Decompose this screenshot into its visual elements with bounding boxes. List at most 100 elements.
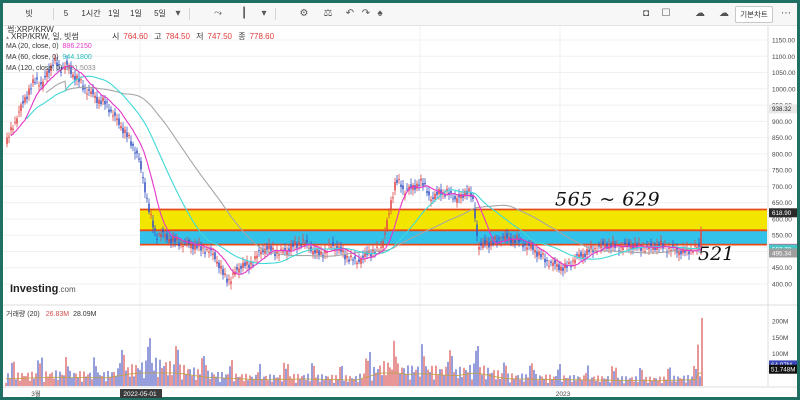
volume-bar xyxy=(213,374,215,386)
candle-body xyxy=(122,127,124,134)
volume-bar xyxy=(411,365,413,386)
candle-body xyxy=(194,244,196,250)
volume-bar xyxy=(123,354,125,386)
volume-bar xyxy=(131,364,133,386)
volume-bar xyxy=(457,378,459,386)
candle-body xyxy=(526,247,528,250)
volume-bar xyxy=(407,365,409,386)
volume-bar xyxy=(89,372,91,386)
volume-bar xyxy=(347,381,349,386)
candle-body xyxy=(356,262,358,265)
candle-body xyxy=(208,251,210,253)
volume-bar xyxy=(479,367,481,386)
volume-bar xyxy=(699,376,701,386)
candle-body xyxy=(254,256,256,259)
chart-title-text: XRP/KRW, 일, 빗썸 xyxy=(11,32,79,41)
volume-bar xyxy=(583,375,585,386)
volume-bar xyxy=(633,381,635,386)
volume-bar xyxy=(133,376,135,386)
volume-bar xyxy=(595,380,597,386)
volume-bar xyxy=(231,360,233,386)
volume-bar xyxy=(53,378,55,386)
volume-bar xyxy=(227,374,229,386)
candle-body xyxy=(498,238,500,240)
volume-bar xyxy=(439,369,441,386)
candle-body xyxy=(156,238,158,240)
candle-body xyxy=(176,238,178,241)
candle-body xyxy=(304,243,306,245)
candle-body xyxy=(66,60,68,65)
candle-body xyxy=(226,278,228,283)
volume-bar xyxy=(557,369,559,386)
volume-bar xyxy=(65,357,67,386)
volume-bar xyxy=(201,358,203,386)
candle-body xyxy=(158,234,160,236)
candle-body xyxy=(354,256,356,259)
candle-body xyxy=(230,281,232,284)
candle-body xyxy=(238,268,240,273)
candle-body xyxy=(106,101,108,103)
volume-bar xyxy=(223,377,225,386)
price-tick-label: 900.00 xyxy=(772,119,792,126)
candle-body xyxy=(352,259,354,261)
candle-body xyxy=(314,249,316,254)
volume-bar xyxy=(471,379,473,386)
date-label: 2022-05-01 xyxy=(123,391,157,398)
volume-bar xyxy=(147,346,149,386)
volume-value: 26.83M xyxy=(45,311,70,318)
candle-body xyxy=(582,253,584,259)
price-tick-label: 1100.00 xyxy=(772,54,795,61)
volume-bar xyxy=(533,369,535,386)
candle-body xyxy=(130,141,132,146)
candle-body xyxy=(128,134,130,136)
candle-body xyxy=(80,79,82,81)
volume-bar xyxy=(687,375,689,386)
candle-body xyxy=(562,267,564,272)
candle-body xyxy=(162,229,164,233)
candle-body xyxy=(418,184,420,187)
volume-bar xyxy=(525,374,527,386)
volume-bar xyxy=(621,376,623,386)
volume-bar xyxy=(305,379,307,386)
volume-bar xyxy=(265,375,267,386)
volume-bar xyxy=(241,374,243,386)
candle-body xyxy=(590,245,592,249)
candle-body xyxy=(136,150,138,154)
candle-body xyxy=(534,249,536,253)
candle-body xyxy=(132,143,134,146)
candle-body xyxy=(454,196,456,200)
volume-bar xyxy=(311,363,313,386)
candle-body xyxy=(494,236,496,240)
candle-body xyxy=(480,243,482,246)
candle-body xyxy=(154,228,156,231)
volume-bar xyxy=(359,373,361,386)
candle-body xyxy=(94,95,96,98)
volume-bar xyxy=(539,375,541,386)
volume-bar xyxy=(693,365,695,386)
candle-body xyxy=(386,220,388,230)
price-tick-label: 400.00 xyxy=(772,282,792,289)
volume-bar xyxy=(177,349,179,386)
candle-body xyxy=(290,245,292,252)
candle-body xyxy=(32,79,34,84)
volume-bar xyxy=(117,368,119,386)
candle-body xyxy=(342,250,344,253)
volume-bar xyxy=(697,344,699,386)
candle-body xyxy=(30,88,32,90)
candle-body xyxy=(538,251,540,256)
volume-bar xyxy=(363,373,365,386)
collapse-icon[interactable]: ▴ xyxy=(6,35,9,41)
candle-body xyxy=(112,115,114,117)
volume-bar xyxy=(547,382,549,386)
volume-bar xyxy=(475,350,477,386)
candle-body xyxy=(168,239,170,243)
candle-body xyxy=(34,82,36,84)
candle-body xyxy=(170,238,172,243)
candle-body xyxy=(598,245,600,247)
volume-bar xyxy=(399,373,401,386)
candle-body xyxy=(114,112,116,116)
candle-body xyxy=(172,236,174,242)
volume-bar xyxy=(7,373,9,386)
volume-bar xyxy=(645,376,647,386)
candle-body xyxy=(360,258,362,264)
